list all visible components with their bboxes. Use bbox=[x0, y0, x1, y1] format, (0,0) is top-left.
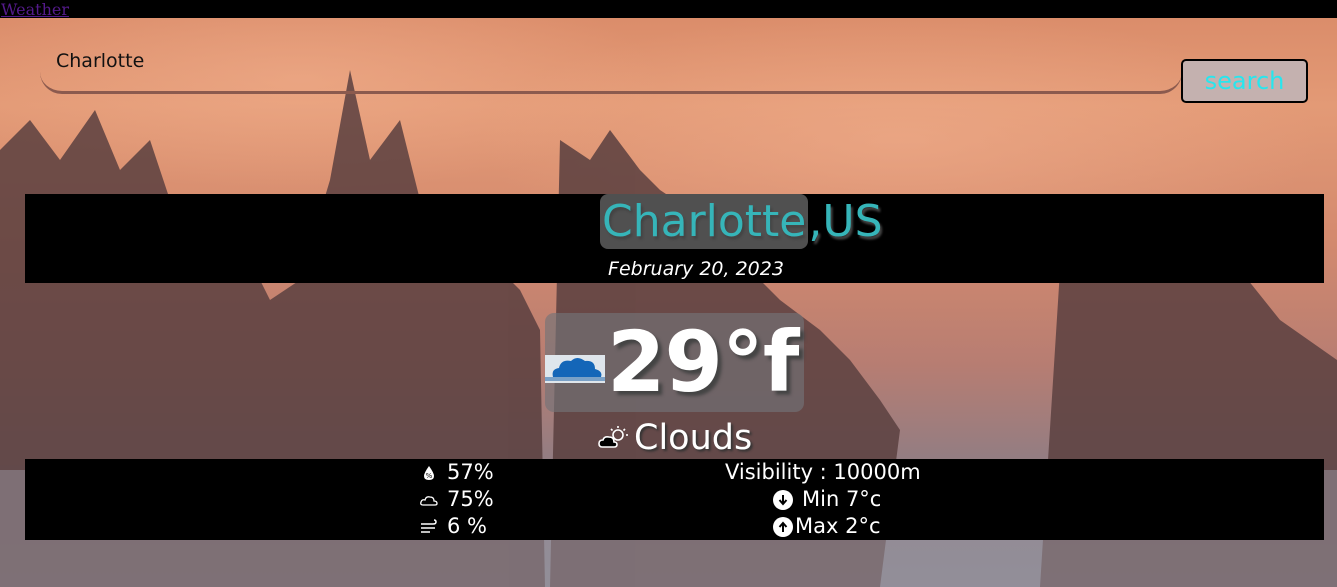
clouds-icon bbox=[545, 354, 605, 383]
max-temp-row: Max 2°c bbox=[773, 513, 881, 540]
details-panel: % 57% 75% 6 % Visibility : 10000m Min 7°… bbox=[25, 459, 1324, 540]
city-line: Charlotte ,US bbox=[600, 194, 883, 249]
humidity-drop-icon: % bbox=[424, 465, 434, 480]
temperature-panel: 29°f bbox=[545, 313, 804, 412]
condition-row: Clouds bbox=[598, 418, 752, 458]
search-button[interactable]: search bbox=[1181, 59, 1308, 103]
cloud-icon bbox=[420, 495, 438, 506]
visibility-value: Visibility : 10000m bbox=[725, 460, 921, 484]
country-code: ,US bbox=[808, 196, 883, 247]
current-date: February 20, 2023 bbox=[608, 258, 784, 280]
min-temp-value: Min 7°c bbox=[802, 487, 882, 511]
humidity-value: 57% bbox=[447, 460, 494, 484]
temperature-value: 29°f bbox=[607, 313, 799, 411]
visibility-row: Visibility : 10000m bbox=[725, 459, 921, 486]
cloudiness-value: 75% bbox=[447, 487, 494, 511]
location-header: Charlotte ,US February 20, 2023 bbox=[25, 194, 1324, 283]
svg-text:%: % bbox=[426, 472, 433, 480]
wind-row: 6 % bbox=[420, 513, 487, 540]
wind-value: 6 % bbox=[447, 514, 487, 538]
min-temp-row: Min 7°c bbox=[773, 486, 881, 513]
cloudy-sun-icon bbox=[598, 426, 628, 448]
city-name: Charlotte bbox=[600, 194, 809, 249]
cloudiness-row: 75% bbox=[420, 486, 494, 513]
wind-icon bbox=[421, 518, 437, 533]
search-input[interactable] bbox=[40, 44, 1182, 94]
weather-link[interactable]: Weather bbox=[0, 1, 69, 19]
arrow-down-icon bbox=[773, 489, 793, 510]
arrow-up-icon bbox=[773, 516, 793, 537]
top-nav-bar: Weather bbox=[0, 0, 1337, 19]
condition-label: Clouds bbox=[634, 418, 753, 458]
max-temp-value: Max 2°c bbox=[795, 514, 881, 538]
humidity-row: % 57% bbox=[420, 459, 494, 486]
